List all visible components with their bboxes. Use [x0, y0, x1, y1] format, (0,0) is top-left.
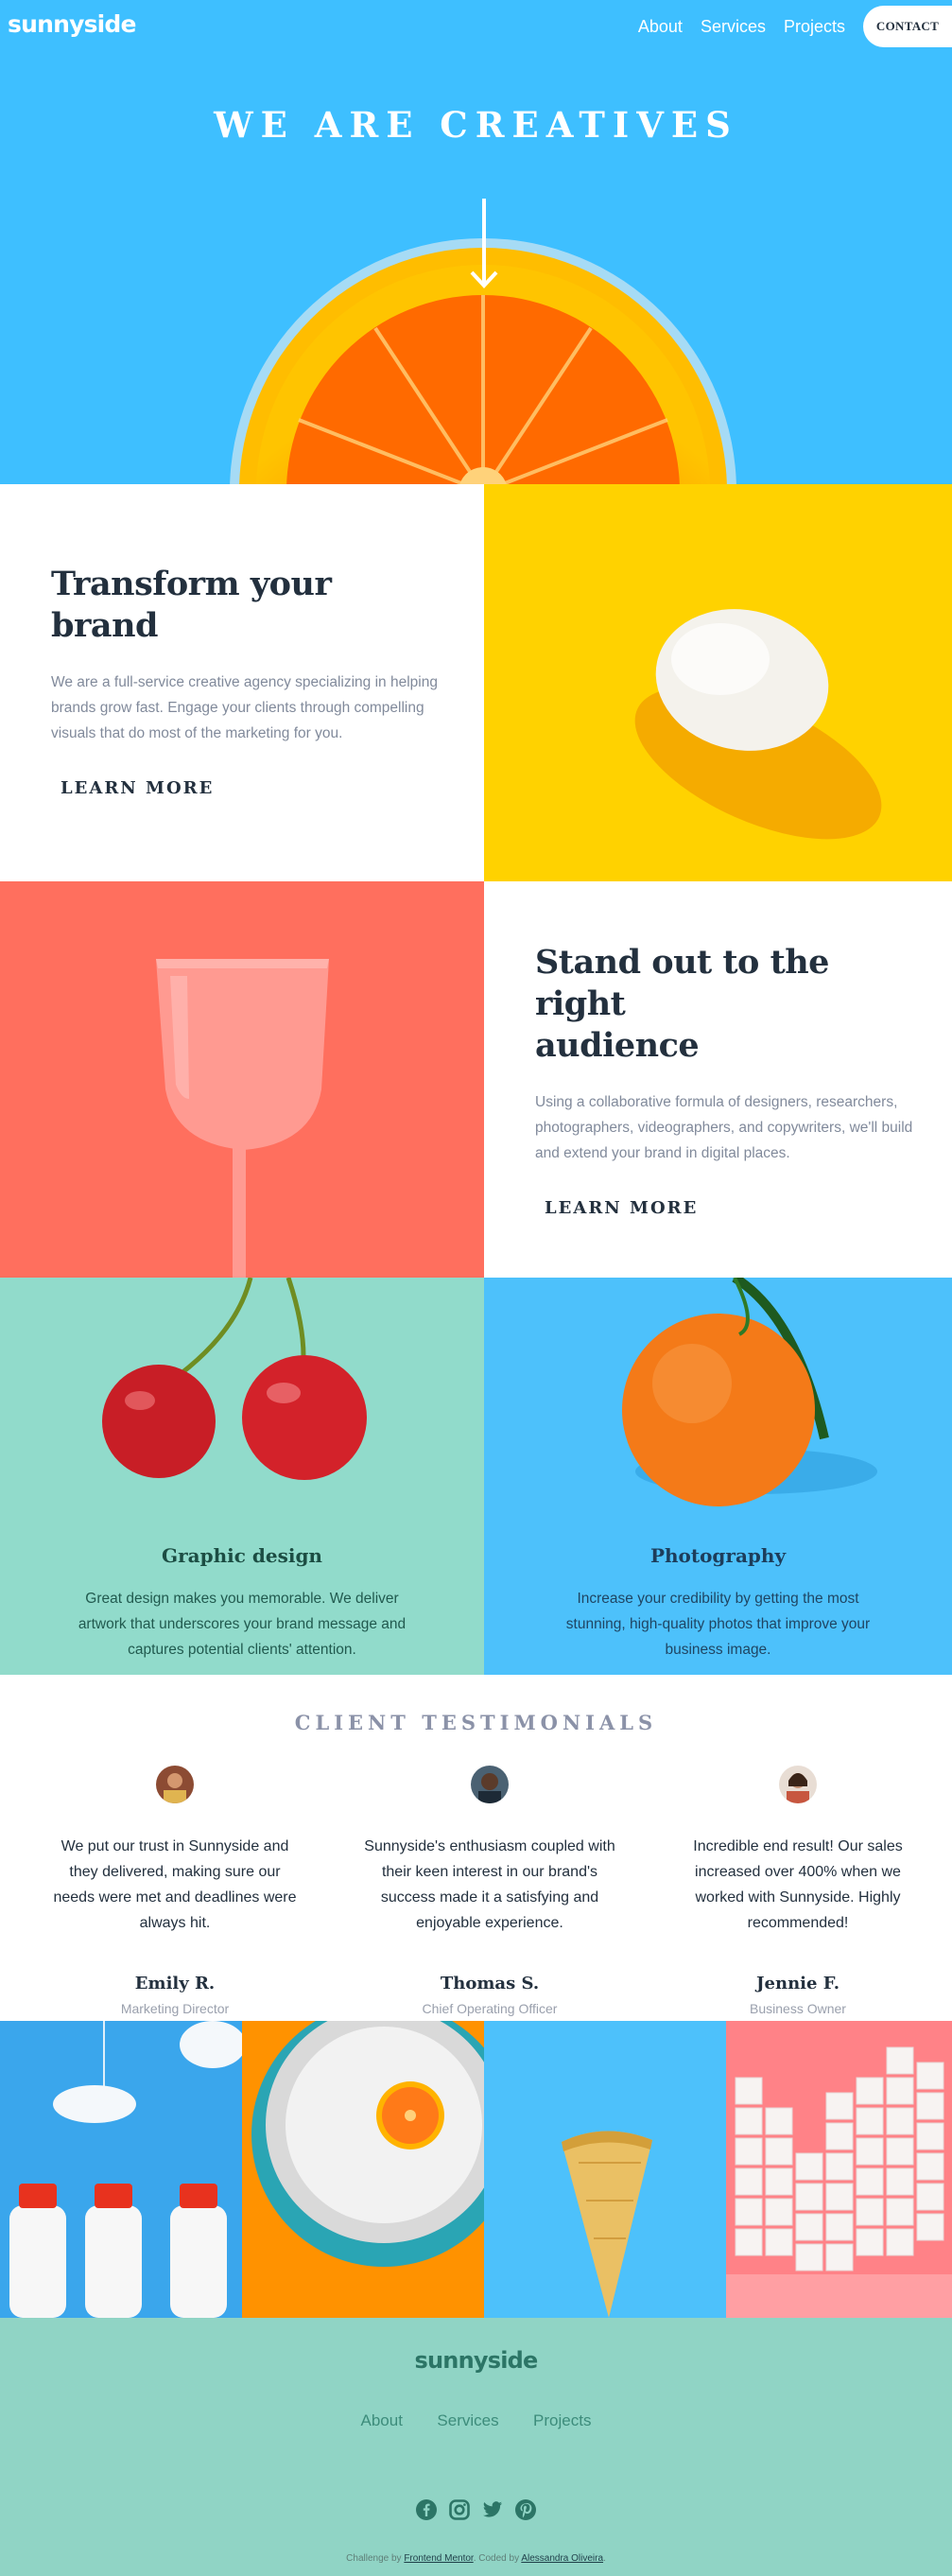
testimonial-name: Jennie F.: [756, 1974, 839, 1993]
attribution: Challenge by Frontend Mentor. Coded by A…: [0, 2553, 952, 2564]
testimonial-card: Incredible end result! Our sales increas…: [639, 1766, 952, 2016]
transform-text-panel: Transform your brand We are a full-servi…: [0, 484, 484, 881]
learn-more-label: LEARN MORE: [61, 778, 215, 798]
transform-section: Transform your brand We are a full-servi…: [0, 484, 952, 881]
gallery-sugar-cubes: [726, 2021, 952, 2318]
credit-mid: . Coded by: [473, 2553, 520, 2564]
testimonial-role: Marketing Director: [120, 2001, 230, 2016]
testimonials-heading: CLIENT TESTIMONIALS: [294, 1711, 658, 1734]
pinterest-icon[interactable]: [515, 2499, 536, 2520]
testimonial-role: Chief Operating Officer: [422, 2001, 558, 2016]
avatar: [779, 1766, 817, 1803]
transform-body: We are a full-service creative agency sp…: [51, 674, 438, 741]
photography-title: Photography: [649, 1544, 787, 1567]
testimonial-name: Emily R.: [134, 1974, 216, 1993]
testimonials-section: CLIENT TESTIMONIALS We put our trust in …: [0, 1675, 952, 2021]
footer-nav: About Services Projects: [0, 2411, 952, 2430]
standout-title-line1: Stand out to the right: [535, 943, 829, 1023]
credit-prefix: Challenge by: [346, 2553, 402, 2564]
testimonial-card: We put our trust in Sunnyside and they d…: [16, 1766, 334, 2016]
learn-more-label: LEARN MORE: [545, 1198, 699, 1218]
testimonial-name: Thomas S.: [440, 1974, 540, 1993]
standout-learn-more-link[interactable]: LEARN MORE: [535, 1198, 714, 1224]
testimonial-quote: Incredible end result! Our sales increas…: [693, 1838, 903, 1931]
gallery: [0, 2021, 952, 2318]
standout-title-line2: audience: [535, 1026, 700, 1065]
standout-section: Stand out to the right audience Using a …: [0, 881, 952, 1279]
avatar: [156, 1766, 194, 1803]
egg-image: [484, 484, 952, 881]
gallery-orange-plate: [242, 2021, 484, 2318]
graphic-design-title: Graphic design: [162, 1544, 322, 1567]
frontend-mentor-link[interactable]: Frontend Mentor: [404, 2553, 473, 2564]
graphic-design-card: Graphic design Great design makes you me…: [0, 1278, 484, 1675]
footer-nav-services[interactable]: Services: [437, 2411, 498, 2429]
testimonial-quote: We put our trust in Sunnyside and they d…: [53, 1838, 297, 1931]
footer-nav-about[interactable]: About: [361, 2411, 403, 2429]
orange-image: [622, 1278, 877, 1506]
logo[interactable]: sunnyside: [8, 10, 136, 38]
hero-section: sunnyside About Services Projects CONTAC…: [0, 0, 952, 484]
author-link[interactable]: Alessandra Oliveira: [521, 2553, 603, 2564]
contact-button[interactable]: CONTACT: [863, 6, 952, 47]
avatar: [471, 1766, 509, 1803]
main-nav: About Services Projects CONTACT: [638, 0, 952, 53]
photography-body: Increase your credibility by getting the…: [565, 1591, 871, 1658]
graphic-design-body: Great design makes you memorable. We del…: [78, 1591, 407, 1658]
nav-projects[interactable]: Projects: [784, 17, 845, 37]
testimonial-card: Sunnyside's enthusiasm coupled with thei…: [331, 1766, 649, 2016]
nav-services[interactable]: Services: [701, 17, 766, 37]
credit-suffix: .: [603, 2553, 606, 2564]
cherries-image: [102, 1278, 367, 1480]
transform-learn-more-link[interactable]: LEARN MORE: [51, 778, 230, 804]
nav-about[interactable]: About: [638, 17, 683, 37]
testimonial-role: Business Owner: [750, 2001, 846, 2016]
footer-nav-projects[interactable]: Projects: [533, 2411, 591, 2429]
gallery-ice-cream-cone: [484, 2021, 726, 2318]
footer: sunnyside About Services Projects Challe…: [0, 2318, 952, 2576]
standout-body: Using a collaborative formula of designe…: [535, 1094, 913, 1161]
footer-logo[interactable]: sunnyside: [0, 2347, 952, 2374]
arrow-down-icon[interactable]: [470, 199, 498, 289]
standout-text-panel: Stand out to the right audience Using a …: [484, 881, 952, 1279]
gallery-milk-bottles: [0, 2021, 242, 2318]
glass-image: [0, 881, 484, 1279]
testimonial-quote: Sunnyside's enthusiasm coupled with thei…: [364, 1838, 615, 1931]
instagram-icon[interactable]: [449, 2499, 470, 2520]
photography-card: Photography Increase your credibility by…: [484, 1278, 952, 1675]
hero-title: WE ARE CREATIVES: [214, 104, 738, 146]
facebook-icon[interactable]: [416, 2499, 437, 2520]
standout-title: Stand out to the right audience: [535, 942, 923, 1067]
twitter-icon[interactable]: [482, 2499, 503, 2520]
transform-title: Transform your brand: [51, 565, 332, 645]
social-links: [0, 2499, 952, 2520]
